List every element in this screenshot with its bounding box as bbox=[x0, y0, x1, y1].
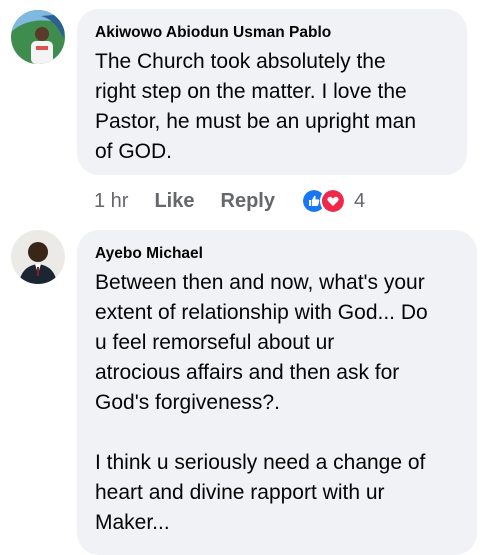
avatar[interactable] bbox=[11, 230, 65, 284]
love-icon bbox=[319, 188, 346, 214]
like-button[interactable]: Like bbox=[154, 190, 194, 213]
comment-actions: 1 hr Like Reply 4 bbox=[94, 187, 365, 215]
reply-button[interactable]: Reply bbox=[221, 190, 275, 213]
comment-bubble: Akiwowo Abiodun Usman Pablo The Church t… bbox=[77, 9, 467, 175]
user-photo-icon bbox=[11, 230, 65, 284]
avatar[interactable] bbox=[11, 10, 65, 64]
comment-text: The Church took absolutely the right ste… bbox=[95, 50, 417, 163]
comment-text: Between then and now, what's your extent… bbox=[95, 271, 428, 534]
user-photo-icon bbox=[11, 10, 65, 64]
comment-timestamp[interactable]: 1 hr bbox=[94, 190, 128, 213]
comment-author[interactable]: Ayebo Michael bbox=[95, 244, 459, 264]
reaction-count: 4 bbox=[353, 189, 366, 212]
comment-bubble: Ayebo Michael Between then and now, what… bbox=[77, 230, 477, 555]
comment-author[interactable]: Akiwowo Abiodun Usman Pablo bbox=[95, 23, 449, 43]
reactions-summary[interactable]: 4 bbox=[300, 188, 366, 214]
